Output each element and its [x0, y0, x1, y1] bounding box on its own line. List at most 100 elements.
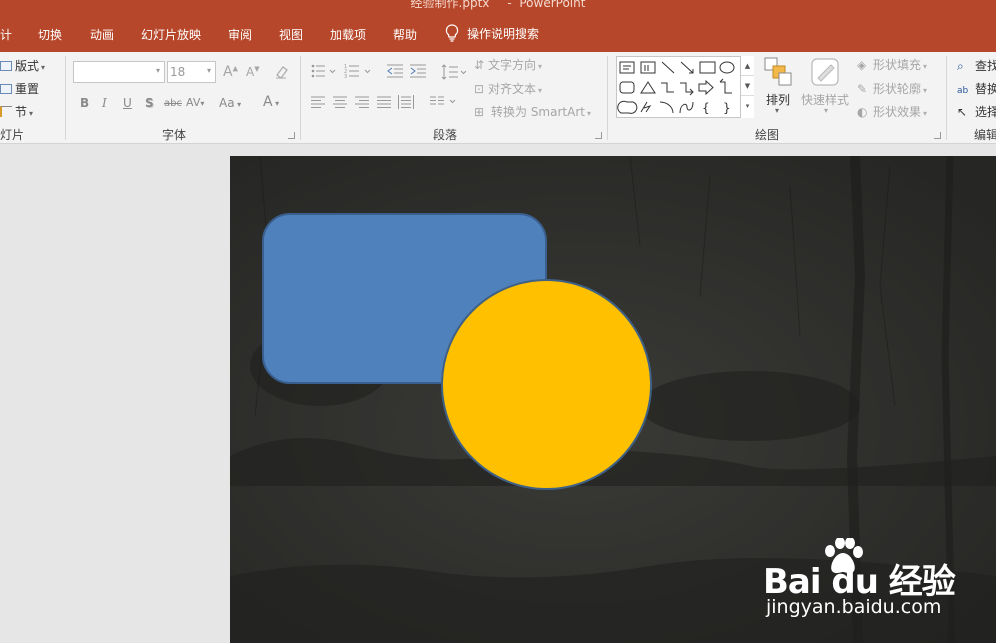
italic-button[interactable]: I — [102, 96, 107, 110]
tab-addins[interactable]: 加载项 — [330, 26, 366, 43]
effects-icon: ◐ — [857, 105, 868, 119]
distributed-icon[interactable] — [398, 95, 414, 112]
reset-button[interactable]: 重置 — [0, 80, 39, 97]
app-name: PowerPoint — [519, 0, 586, 10]
select-label: 选择 — [975, 105, 996, 119]
font-color-button[interactable]: A ▾ — [263, 94, 279, 110]
strikethrough-button[interactable]: abc — [164, 98, 182, 109]
bold-button[interactable]: B — [80, 96, 89, 110]
file-name: 经验制作.pptx — [410, 0, 490, 10]
find-label: 查找 — [975, 59, 996, 73]
quick-styles-chevron-icon: ▾ — [824, 106, 829, 115]
tab-view[interactable]: 视图 — [279, 26, 303, 43]
replace-button[interactable]: ab 替换 — [957, 80, 996, 97]
increase-indent-icon[interactable] — [410, 64, 426, 81]
shape-outline-label: 形状轮廓 — [873, 82, 922, 96]
shape-effects-label: 形状效果 — [873, 105, 922, 119]
numbering-icon[interactable]: 123 — [344, 64, 374, 81]
svg-text:3: 3 — [344, 74, 347, 78]
title-bar: 经验制作.pptx - PowerPoint 计 切换 动画 幻灯片放映 审阅 视… — [0, 0, 996, 52]
replace-label: 替换 — [975, 82, 996, 96]
grow-font-button[interactable]: A▲ — [223, 64, 238, 80]
font-name-combo[interactable]: ▾ — [73, 61, 165, 83]
gallery-scrollbar[interactable]: ▲ ▼ ▾ — [740, 56, 754, 118]
arrange-chevron-icon: ▾ — [775, 106, 780, 115]
group-separator — [946, 56, 947, 140]
shape-icons: { } — [617, 61, 735, 115]
shape-outline-button[interactable]: ✎ 形状轮廓 ▾ — [857, 80, 927, 97]
columns-icon[interactable] — [430, 96, 458, 111]
title-separator: - — [507, 0, 512, 10]
character-spacing-button[interactable]: AV▾ — [186, 96, 204, 109]
shrink-font-button[interactable]: A▼ — [246, 65, 260, 79]
tab-transitions[interactable]: 切换 — [38, 26, 62, 43]
decrease-indent-icon[interactable] — [387, 64, 403, 81]
paragraph-group-label: 段落 — [433, 128, 458, 142]
reset-icon — [0, 84, 12, 94]
window-title: 经验制作.pptx - PowerPoint — [0, 0, 996, 11]
underline-button[interactable]: U — [123, 96, 132, 110]
find-button[interactable]: ⌕ 查找 — [957, 57, 996, 74]
arrange-icon[interactable] — [764, 57, 792, 90]
cursor-icon: ↖ — [957, 105, 968, 119]
svg-text:}: } — [723, 101, 731, 115]
reset-label: 重置 — [15, 82, 40, 96]
align-left-icon[interactable] — [311, 96, 325, 111]
shape-fill-button[interactable]: ◈ 形状填充 ▾ — [857, 56, 927, 73]
tab-slideshow[interactable]: 幻灯片放映 — [141, 26, 201, 43]
shadow-button[interactable]: S — [145, 96, 154, 110]
paragraph-dialog-launcher[interactable] — [595, 132, 602, 139]
watermark-url: jingyan.baidu.com — [766, 596, 942, 618]
font-color-label: A — [263, 94, 273, 110]
select-button[interactable]: ↖ 选择 — [957, 103, 996, 120]
group-separator — [65, 56, 66, 140]
tab-design[interactable]: 计 — [0, 26, 12, 43]
align-right-icon[interactable] — [355, 96, 369, 111]
align-text-button[interactable]: ⊡ 对齐文本 ▾ — [474, 80, 542, 97]
clear-formatting-icon[interactable] — [274, 64, 290, 83]
section-button[interactable]: 节 ▾ — [0, 103, 33, 120]
scroll-down-icon[interactable]: ▼ — [741, 76, 754, 96]
scroll-up-icon[interactable]: ▲ — [741, 56, 754, 76]
section-icon — [0, 106, 12, 117]
drawing-group-label: 绘图 — [755, 128, 780, 142]
text-direction-button[interactable]: ⇵ 文字方向 ▾ — [474, 56, 542, 73]
quick-styles-icon[interactable] — [809, 56, 841, 93]
arrange-label: 排列 — [766, 93, 791, 107]
slides-group-label: 灯片 — [0, 128, 25, 142]
line-spacing-icon[interactable] — [441, 64, 467, 83]
change-case-label: Aa — [219, 96, 235, 110]
text-direction-label: 文字方向 — [488, 58, 537, 72]
align-text-label: 对齐文本 — [488, 82, 537, 96]
gallery-more-icon[interactable]: ▾ — [741, 96, 754, 116]
circle-shape[interactable] — [441, 279, 652, 490]
font-size-combo[interactable]: 18 ▾ — [167, 61, 216, 83]
drawing-dialog-launcher[interactable] — [934, 132, 941, 139]
section-label: 节 — [15, 105, 28, 119]
layout-icon — [0, 61, 12, 71]
slide-thumbnail-panel[interactable] — [0, 145, 230, 643]
svg-text:{: { — [702, 101, 710, 115]
justify-icon[interactable] — [377, 96, 391, 111]
convert-smartart-button[interactable]: ⊞ 转换为 SmartArt ▾ — [474, 103, 591, 120]
bullets-icon[interactable] — [311, 64, 337, 81]
grow-font-label: A — [223, 64, 233, 80]
align-center-icon[interactable] — [333, 96, 347, 111]
pen-icon: ✎ — [857, 82, 868, 96]
tell-me-search[interactable]: 操作说明搜索 — [445, 24, 539, 42]
tell-me-label: 操作说明搜索 — [467, 27, 540, 41]
tab-help[interactable]: 帮助 — [393, 26, 417, 43]
layout-button[interactable]: 版式 ▾ — [0, 57, 45, 74]
tab-animations[interactable]: 动画 — [90, 26, 114, 43]
layout-label: 版式 — [15, 59, 40, 73]
quick-styles-label: 快速样式 — [801, 93, 850, 107]
change-case-button[interactable]: Aa ▾ — [219, 96, 241, 110]
font-group-label: 字体 — [162, 128, 187, 142]
search-icon: ⌕ — [957, 59, 964, 73]
replace-icon: ab — [957, 86, 969, 96]
font-dialog-launcher[interactable] — [288, 132, 295, 139]
shapes-gallery[interactable]: { } — [616, 56, 754, 118]
shape-effects-button[interactable]: ◐ 形状效果 ▾ — [857, 103, 927, 120]
tab-review[interactable]: 审阅 — [228, 26, 252, 43]
group-separator — [607, 56, 608, 140]
